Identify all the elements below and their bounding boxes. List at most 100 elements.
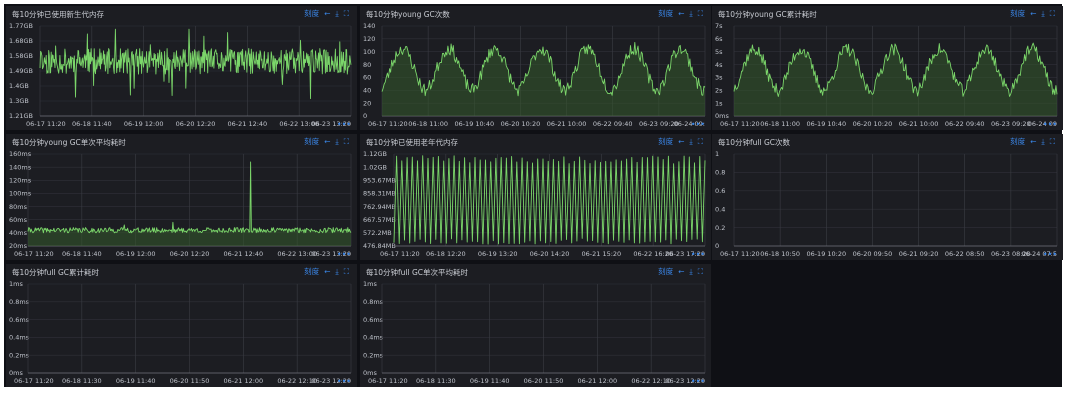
x-tick-label: 06-21 10:00	[899, 120, 939, 128]
x-tick-label: 06-20 11:50	[524, 377, 564, 385]
x-tick-label: 06-20 10:20	[501, 120, 541, 128]
x-tick-label: 06-18 11:40	[62, 250, 102, 258]
download-icon[interactable]: ⤓	[335, 267, 338, 277]
fullscreen-icon[interactable]: ⛶	[1050, 9, 1055, 19]
arrow-left-icon[interactable]: ←	[678, 137, 684, 146]
x-tick-label: 06-18 11:00	[760, 120, 800, 128]
x-tick-label: 06-19 12:00	[116, 250, 156, 258]
y-tick-label: 20	[363, 99, 371, 107]
x-tick-label: 06-18 11:30	[62, 377, 102, 385]
panel-toolbar: 刻度 ← ⤓ ⛶	[658, 136, 703, 147]
arrow-left-icon[interactable]: ←	[678, 9, 684, 18]
panel-title: 每10分钟full GC累计耗时	[12, 268, 100, 277]
more-dots-icon[interactable]: •••	[337, 121, 351, 129]
zoom-reset-button[interactable]: 刻度	[1010, 136, 1025, 147]
y-tick-label: 120ms	[9, 176, 32, 184]
y-tick-label: 60	[363, 74, 371, 82]
x-tick-label: 06-17 11:20	[720, 120, 760, 128]
panel-young-gen-memory: 每10分钟已使用新生代内存 刻度 ← ⤓ ⛶ 1.21GB 1.3GB 1.4GB 1…	[6, 6, 357, 130]
y-tick-label: 6s	[715, 35, 723, 43]
y-tick-label: 0.6ms	[9, 316, 30, 324]
y-tick-label: 120	[363, 35, 375, 43]
download-icon[interactable]: ⤓	[335, 137, 338, 147]
young-gc-total-time-chart[interactable]: 0ms 1s 2s 3s 4s 5s 6s 7s 06-17 11:20 06-18 11:00 0…	[712, 20, 1063, 130]
y-tick-label: 160ms	[9, 150, 32, 158]
panel-title: 每10分钟young GC累计耗时	[718, 10, 817, 19]
panel-title: 每10分钟young GC单次平均耗时	[12, 138, 126, 147]
fullscreen-icon[interactable]: ⛶	[698, 267, 703, 277]
more-dots-icon[interactable]: •••	[337, 378, 351, 386]
y-tick-label: 4s	[715, 61, 723, 69]
y-tick-label: 100	[363, 48, 375, 56]
x-tick-label: 06-20 14:20	[530, 250, 570, 258]
y-tick-label: 1.12GB	[363, 150, 387, 158]
arrow-left-icon[interactable]: ←	[324, 267, 330, 276]
y-tick-label: 1.77GB	[9, 22, 33, 30]
fullscreen-icon[interactable]: ⛶	[344, 137, 349, 147]
old-gen-memory-chart[interactable]: 476.84MB 572.2MB 667.57MB 762.94MB 858.31MB 9…	[360, 148, 711, 260]
x-tick-label: 06-17 11:20	[368, 377, 408, 385]
full-gc-avg-time-chart[interactable]: 0ms 0.2ms 0.4ms 0.6ms 0.8ms 1ms 06-17 11:20 06-…	[360, 278, 711, 387]
zoom-reset-button[interactable]: 刻度	[658, 8, 673, 19]
more-dots-icon[interactable]: •••	[1043, 251, 1057, 259]
fullscreen-icon[interactable]: ⛶	[1050, 137, 1055, 147]
full-gc-total-time-chart[interactable]: 0ms 0.2ms 0.4ms 0.6ms 0.8ms 1ms 06-17 11:20 06-…	[6, 278, 357, 387]
y-tick-label: 953.67MB	[363, 176, 396, 184]
full-gc-count-chart[interactable]: 0 0.2 0.4 0.6 0.8 1 06-17 11:20 06-18 10:50 06-1…	[712, 148, 1063, 260]
arrow-left-icon[interactable]: ←	[324, 137, 330, 146]
young-gen-memory-chart[interactable]: 1.21GB 1.3GB 1.4GB 1.49GB 1.58GB 1.68GB 1.77GB…	[6, 20, 357, 130]
y-tick-label: 0.8ms	[9, 298, 30, 306]
arrow-left-icon[interactable]: ←	[678, 267, 684, 276]
y-tick-label: 3s	[715, 74, 723, 82]
panel-young-gc-count: 每10分钟young GC次数 刻度 ← ⤓ ⛶ 0 20 40 60 80 100 120…	[360, 6, 711, 130]
fullscreen-icon[interactable]: ⛶	[344, 267, 349, 277]
young-gc-count-chart[interactable]: 0 20 40 60 80 100 120 140 06-17 11:20 06-18 11:00…	[360, 20, 711, 130]
download-icon[interactable]: ⤓	[689, 267, 692, 277]
panel-toolbar: 刻度 ← ⤓ ⛶	[658, 266, 703, 277]
fullscreen-icon[interactable]: ⛶	[344, 9, 349, 19]
y-tick-label: 0.4ms	[363, 334, 384, 342]
series-area	[734, 43, 1057, 116]
y-tick-label: 0.8	[715, 169, 725, 177]
download-icon[interactable]: ⤓	[689, 9, 692, 19]
panel-title: 每10分钟已使用老年代内存	[366, 138, 459, 147]
young-gc-avg-time-chart[interactable]: 20ms 40ms 60ms 80ms 100ms 120ms 140ms 160ms 06-1…	[6, 148, 357, 260]
download-icon[interactable]: ⤓	[1041, 9, 1044, 19]
x-tick-label: 06-18 12:20	[426, 250, 466, 258]
y-tick-label: 80	[363, 61, 371, 69]
y-tick-label: 0.2ms	[9, 351, 30, 359]
panel-young-gc-avg-time: 每10分钟young GC单次平均耗时 刻度 ← ⤓ ⛶ 20ms 40ms 60m…	[6, 134, 357, 260]
panel-toolbar: 刻度 ← ⤓ ⛶	[658, 8, 703, 19]
arrow-left-icon[interactable]: ←	[1030, 9, 1036, 18]
arrow-left-icon[interactable]: ←	[1030, 137, 1036, 146]
y-tick-label: 2s	[715, 86, 723, 94]
panel-toolbar: 刻度 ← ⤓ ⛶	[304, 266, 349, 277]
download-icon[interactable]: ⤓	[1041, 137, 1044, 147]
more-dots-icon[interactable]: •••	[691, 251, 705, 259]
x-tick-label: 06-17 11:20	[368, 120, 408, 128]
fullscreen-icon[interactable]: ⛶	[698, 137, 703, 147]
arrow-left-icon[interactable]: ←	[324, 9, 330, 18]
more-dots-icon[interactable]: •••	[691, 378, 705, 386]
panel-toolbar: 刻度 ← ⤓ ⛶	[1010, 136, 1055, 147]
download-icon[interactable]: ⤓	[689, 137, 692, 147]
zoom-reset-button[interactable]: 刻度	[304, 136, 319, 147]
fullscreen-icon[interactable]: ⛶	[698, 9, 703, 19]
panel-full-gc-count: 每10分钟full GC次数 刻度 ← ⤓ ⛶ 0 0.2 0.4 0.6 0.8 1 06…	[712, 134, 1063, 260]
zoom-reset-button[interactable]: 刻度	[658, 136, 673, 147]
x-tick-label: 06-19 10:40	[806, 120, 846, 128]
zoom-reset-button[interactable]: 刻度	[658, 266, 673, 277]
zoom-reset-button[interactable]: 刻度	[304, 266, 319, 277]
zoom-reset-button[interactable]: 刻度	[304, 8, 319, 19]
x-tick-label: 06-20 09:50	[853, 250, 893, 258]
zoom-reset-button[interactable]: 刻度	[1010, 8, 1025, 19]
panel-toolbar: 刻度 ← ⤓ ⛶	[304, 136, 349, 147]
download-icon[interactable]: ⤓	[335, 9, 338, 19]
more-dots-icon[interactable]: •••	[337, 251, 351, 259]
more-dots-icon[interactable]: •••	[691, 121, 705, 129]
y-tick-label: 762.94MB	[363, 203, 396, 211]
x-tick-label: 06-23 09:20	[991, 120, 1031, 128]
y-tick-label: 60ms	[9, 216, 28, 224]
x-tick-label: 06-22 08:50	[945, 250, 985, 258]
more-dots-icon[interactable]: •••	[1043, 121, 1057, 129]
